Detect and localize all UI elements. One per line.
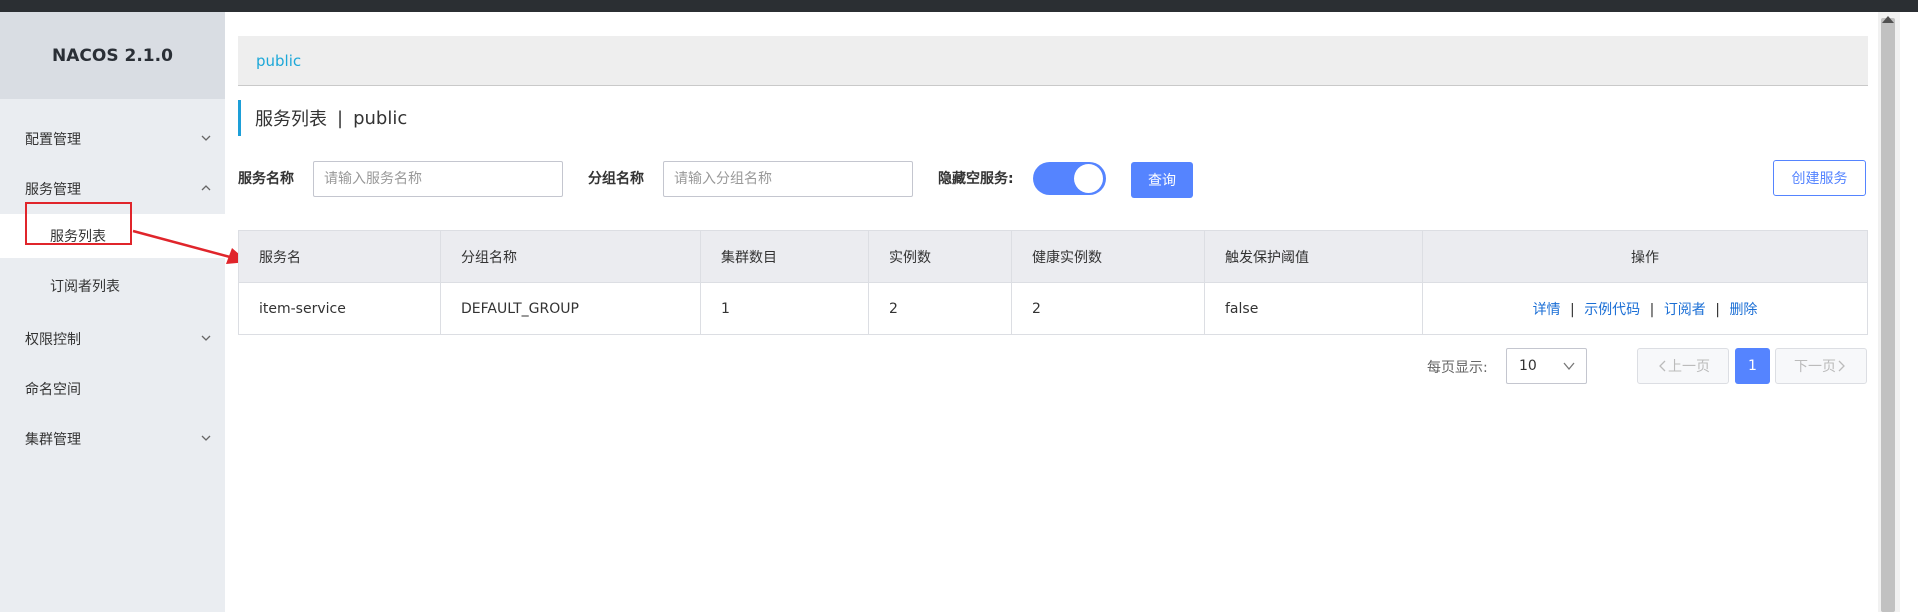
breadcrumb-namespace[interactable]: public: [256, 52, 301, 70]
create-service-button[interactable]: 创建服务: [1773, 160, 1866, 196]
prev-page-label: 上一页: [1668, 359, 1710, 375]
cell-protect-threshold: false: [1204, 282, 1423, 335]
sidebar-item-config[interactable]: 配置管理: [0, 119, 225, 159]
column-header: 操作: [1422, 230, 1868, 283]
scroll-up-arrow-icon[interactable]: [1882, 16, 1894, 23]
service-name-label: 服务名称: [238, 171, 294, 187]
next-page-label: 下一页: [1794, 359, 1836, 375]
toggle-knob: [1074, 164, 1103, 193]
cell-operations: 详情 | 示例代码 | 订阅者 | 删除: [1422, 282, 1868, 335]
page-size-value: 10: [1519, 358, 1537, 374]
delete-link[interactable]: 删除: [1729, 302, 1757, 318]
subscriber-link[interactable]: 订阅者: [1664, 302, 1706, 318]
page-title-separator: |: [337, 107, 344, 129]
action-separator: |: [1715, 301, 1720, 318]
sidebar: NACOS 2.1.0 配置管理 服务管理 服务列表 订阅者列表 权限控制 命名…: [0, 12, 225, 612]
chevron-down-icon: [1563, 362, 1575, 371]
action-separator: |: [1649, 301, 1655, 318]
sidebar-item-label: 命名空间: [25, 382, 81, 398]
page-title-text: 服务列表: [255, 109, 327, 130]
sidebar-item-label: 集群管理: [25, 432, 81, 448]
cell-healthy-count: 2: [1011, 282, 1205, 335]
action-separator: |: [1570, 301, 1575, 318]
page-title: 服务列表 | public: [238, 100, 407, 136]
prev-page-button[interactable]: 上一页: [1637, 348, 1729, 384]
group-name-input[interactable]: [663, 161, 913, 197]
annotation-arrow: [132, 229, 248, 264]
page-number-current[interactable]: 1: [1735, 348, 1770, 384]
page-size-label: 每页显示:: [1427, 360, 1488, 376]
chevron-down-icon: [201, 335, 211, 341]
cell-service-name: item-service: [238, 282, 441, 335]
column-header: 触发保护阈值: [1204, 230, 1423, 283]
service-table: 服务名 分组名称 集群数目 实例数 健康实例数 触发保护阈值 操作 item-s…: [238, 230, 1868, 335]
sample-code-link[interactable]: 示例代码: [1584, 302, 1640, 318]
group-name-label: 分组名称: [588, 171, 644, 187]
page-size-select[interactable]: 10: [1506, 348, 1587, 384]
query-button[interactable]: 查询: [1131, 162, 1193, 198]
app-logo: NACOS 2.1.0: [0, 12, 225, 99]
table-row: item-service DEFAULT_GROUP 1 2 2 false 详…: [238, 282, 1868, 335]
sidebar-item-label: 权限控制: [25, 332, 81, 348]
cell-instance-count: 2: [868, 282, 1012, 335]
page-title-namespace: public: [353, 107, 408, 129]
cell-group-name: DEFAULT_GROUP: [440, 282, 701, 335]
cell-cluster-count: 1: [700, 282, 869, 335]
scrollbar-thumb[interactable]: [1881, 18, 1895, 612]
sidebar-subitem-label: 订阅者列表: [50, 279, 120, 295]
column-header: 服务名: [238, 230, 441, 283]
column-header: 实例数: [868, 230, 1012, 283]
window-top-bar: [0, 0, 1918, 12]
chevron-right-icon: [1838, 360, 1845, 372]
table-header-row: 服务名 分组名称 集群数目 实例数 健康实例数 触发保护阈值 操作: [238, 230, 1868, 283]
sidebar-item-cluster[interactable]: 集群管理: [0, 419, 225, 459]
detail-link[interactable]: 详情: [1533, 302, 1561, 318]
chevron-left-icon: [1659, 360, 1666, 372]
annotation-highlight-box: [25, 202, 132, 245]
sidebar-item-label: 配置管理: [25, 132, 81, 148]
next-page-button[interactable]: 下一页: [1775, 348, 1867, 384]
hide-empty-toggle[interactable]: [1033, 162, 1106, 195]
column-header: 健康实例数: [1011, 230, 1205, 283]
chevron-down-icon: [201, 435, 211, 441]
column-header: 分组名称: [440, 230, 701, 283]
chevron-down-icon: [201, 135, 211, 141]
breadcrumb: public: [238, 36, 1868, 86]
chevron-up-icon: [201, 185, 211, 191]
sidebar-item-namespace[interactable]: 命名空间: [0, 369, 225, 409]
sidebar-item-label: 服务管理: [25, 182, 81, 198]
column-header: 集群数目: [700, 230, 869, 283]
hide-empty-label: 隐藏空服务:: [938, 171, 1014, 187]
service-name-input[interactable]: [313, 161, 563, 197]
sidebar-item-permission[interactable]: 权限控制: [0, 319, 225, 359]
